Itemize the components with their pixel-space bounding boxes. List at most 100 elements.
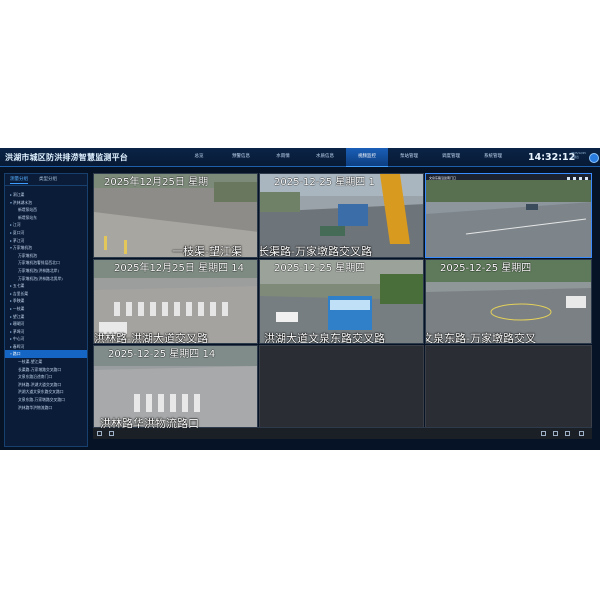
tree-item-label: 珊瑚河 [12, 321, 25, 327]
chevron-down-icon[interactable]: ▾ [10, 351, 12, 356]
tree-item-label: 文泉东路-万家墩路交叉路口 [18, 397, 65, 403]
tab-type-group[interactable]: 类型分组 [39, 176, 57, 182]
chevron-right-icon[interactable]: ▸ [10, 329, 12, 334]
tree-item-label: 吉里长渠 [12, 290, 29, 296]
chevron-right-icon[interactable]: ▸ [10, 192, 12, 197]
chevron-down-icon[interactable]: ▾ [10, 245, 12, 250]
video-grid: 2025年12月25日 星期 一枝渠-望江渠 2025-12-25 星期四 1 … [93, 173, 592, 445]
tree-item[interactable]: 文泉东路沿途南门口 [5, 373, 87, 381]
fullscreen-icon[interactable] [579, 431, 584, 436]
tree-item[interactable]: 新堤泵站东 [5, 214, 87, 222]
video-tile-5[interactable]: 2025-12-25 星期四 洪湖大道文泉东路交叉路 [259, 259, 424, 344]
nav-pump-stations[interactable]: 泵站管理 [388, 148, 430, 166]
chevron-down-icon[interactable]: ▾ [10, 200, 12, 205]
nav-hydrology[interactable]: 水雨情 [262, 148, 304, 166]
video-tile-2[interactable]: 2025-12-25 星期四 1 长渠路-万家墩路交叉路 [259, 173, 424, 258]
tree-item[interactable]: ▸茅埠河 [5, 328, 87, 336]
tree-item[interactable]: ▾洪林湖水泡 [5, 199, 87, 207]
fullscreen-icon[interactable] [579, 177, 582, 180]
tree-item[interactable]: ▾路口 [5, 350, 87, 359]
video-tile-1[interactable]: 2025年12月25日 星期 一枝渠-望江渠 [93, 173, 258, 258]
tile-osd-location: 长渠路-万家墩路交叉路 [259, 245, 372, 258]
tree-item[interactable]: 万家墩机泡(洪林路北男岸) [5, 275, 87, 283]
screenshot-icon[interactable] [109, 431, 114, 436]
tree-item[interactable]: ▸中心河 [5, 335, 87, 343]
tree-item[interactable]: ▸夏口河 [5, 229, 87, 237]
tile-toolbar [567, 177, 588, 180]
tree-item[interactable]: 万家墩机泡 [5, 252, 87, 260]
chevron-right-icon[interactable]: ▸ [10, 291, 12, 296]
chevron-right-icon[interactable]: ▸ [10, 283, 12, 288]
tree-item[interactable]: 文泉东路-万家墩路交叉路口 [5, 396, 87, 404]
nav-water-quality[interactable]: 水质信息 [304, 148, 346, 166]
tree-item[interactable]: ▸洞江渠 [5, 191, 87, 199]
tree-item[interactable]: ▸望江渠 [5, 313, 87, 321]
tab-region-group[interactable]: 测量分组 [10, 176, 28, 182]
nav-dispatch[interactable]: 调度管理 [430, 148, 472, 166]
chevron-right-icon[interactable]: ▸ [10, 336, 12, 341]
tile-osd-date: 2025-12-25 星期四 14 [108, 349, 216, 360]
layout-icon[interactable] [541, 431, 546, 436]
tile-osd-date: 2025年12月25日 星期 [104, 177, 209, 188]
tile-osd-location: 洪林路华洪物流路口 [100, 417, 199, 429]
tree-item-label: 路口 [12, 351, 21, 357]
user-avatar-icon[interactable] [589, 153, 599, 163]
tree-item[interactable]: ▸江河 [5, 221, 87, 229]
tree-item[interactable]: 新堤泵站西 [5, 206, 87, 214]
grid-layout-icon[interactable] [553, 431, 558, 436]
tree-item[interactable]: 洪林路华洪物流路口 [5, 404, 87, 412]
video-tile-4[interactable]: 2025年12月25日 星期四 14 洪林路-洪湖大道交叉路 [93, 259, 258, 344]
chevron-right-icon[interactable]: ▸ [10, 314, 12, 319]
video-tile-3[interactable]: 文泉东路沿途南门口 [425, 173, 592, 258]
tree-item-label: 五七渠 [12, 283, 25, 289]
tree-item[interactable]: ▸春晖河 [5, 343, 87, 351]
video-tile-9-empty[interactable] [425, 345, 592, 429]
tree-item[interactable]: 万家墩机泡(洪林路北岸) [5, 267, 87, 275]
chevron-right-icon[interactable]: ▸ [10, 298, 12, 303]
tree-item-label: 洪林路华洪物流路口 [18, 404, 53, 410]
chevron-right-icon[interactable]: ▸ [10, 306, 12, 311]
tile-osd-date: 2025-12-25 星期四 1 [274, 177, 375, 188]
chevron-right-icon[interactable]: ▸ [10, 321, 12, 326]
tree-item[interactable]: 洪湖大道文泉东路交叉路口 [5, 388, 87, 396]
tree-item[interactable]: ▸季秧渠 [5, 297, 87, 305]
tree-item[interactable]: ▸一枝渠 [5, 305, 87, 313]
tree-item[interactable]: ▸茅江河 [5, 237, 87, 245]
tree-item-label: 新堤泵站东 [18, 214, 37, 220]
video-tile-8-empty[interactable] [259, 345, 424, 429]
volume-icon[interactable] [97, 431, 102, 436]
nav-video-monitoring[interactable]: 视频监控 [346, 148, 388, 167]
record-icon[interactable] [573, 177, 576, 180]
tree-item-label: 万家墩机泡奢排层西北口 [18, 260, 60, 266]
chevron-right-icon[interactable]: ▸ [10, 230, 12, 235]
tile-osd-date: 2025-12-25 星期四 [274, 263, 366, 274]
tree-item[interactable]: ▾万家墩机泡 [5, 244, 87, 252]
tree-item[interactable]: 长渠路-万家墩路交叉路口 [5, 366, 87, 374]
tree-item-label: 望江渠 [12, 313, 25, 319]
tree-item-label: 万家墩机泡(洪林路北岸) [18, 267, 59, 273]
tree-item-label: 洪林路-洪湖大道交叉路口 [18, 381, 62, 387]
video-tile-6[interactable]: 2025-12-25 星期四 文泉东路-万家墩路交叉 [425, 259, 592, 344]
tree-item[interactable]: 一枝渠-望江渠 [5, 358, 87, 366]
tab-indicator [10, 183, 28, 184]
tree-item[interactable]: ▸吉里长渠 [5, 290, 87, 298]
nav-alerts[interactable]: 预警信息 [220, 148, 262, 166]
nav-system[interactable]: 系统管理 [472, 148, 514, 166]
tree-item[interactable]: ▸珊瑚河 [5, 320, 87, 328]
chevron-right-icon[interactable]: ▸ [10, 222, 12, 227]
chevron-right-icon[interactable]: ▸ [10, 238, 12, 243]
chevron-right-icon[interactable]: ▸ [10, 344, 12, 349]
tree-item-label: 洞江渠 [12, 192, 25, 197]
video-tile-7[interactable]: 2025-12-25 星期四 14 洪林路华洪物流路口 [93, 345, 258, 429]
tree-item[interactable]: ▸五七渠 [5, 282, 87, 290]
tree-item[interactable]: 洪林路-洪湖大道交叉路口 [5, 381, 87, 389]
nav-overview[interactable]: 总览 [178, 148, 220, 166]
tree-item-label: 季秧渠 [12, 298, 25, 304]
tile-osd-location: 洪林路-洪湖大道交叉路 [94, 332, 208, 344]
tree-item-label: 万家墩机泡(洪林路北男岸) [18, 275, 63, 281]
snapshot-icon[interactable] [567, 177, 570, 180]
tree-item[interactable]: 万家墩机泡奢排层西北口 [5, 259, 87, 267]
close-icon[interactable] [585, 177, 588, 180]
close-all-icon[interactable] [565, 431, 570, 436]
tree-item-label: 一枝渠-望江渠 [18, 359, 43, 365]
